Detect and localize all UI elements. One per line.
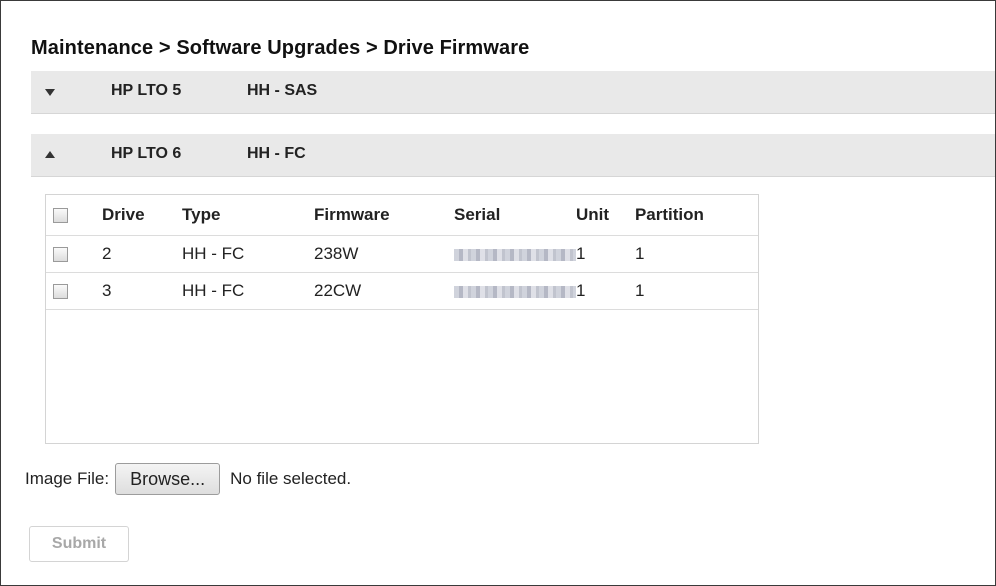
section-kind-label: HH - FC [247,145,306,162]
section-kind-label: HH - SAS [247,82,318,99]
column-header-partition[interactable]: Partition [635,195,758,236]
redacted-serial [454,285,576,298]
row-checkbox[interactable] [53,284,68,300]
collapse-arrow-down-icon[interactable] [45,89,55,96]
image-file-label: Image File: [25,469,110,488]
column-header-firmware[interactable]: Firmware [314,195,454,236]
column-header-type[interactable]: Type [182,195,314,236]
row-select-cell [46,235,102,273]
redacted-serial [454,248,576,261]
column-header-serial[interactable]: Serial [454,195,576,236]
drives-table: Drive Type Firmware Serial Unit Partitio… [46,195,758,310]
section-model-label: HP LTO 6 [111,145,182,162]
firmware-cell: 22CW [314,272,454,310]
section-hp-lto-6[interactable]: HP LTO 6 HH - FC [31,134,995,177]
file-status-text: No file selected. [230,469,352,488]
image-file-row: Image File: Browse... No file selected. [25,463,351,495]
drive-cell: 2 [102,235,182,273]
column-header-unit[interactable]: Unit [576,195,635,236]
partition-cell: 1 [634,272,758,310]
row-select-cell [46,272,102,310]
drives-table-container: Drive Type Firmware Serial Unit Partitio… [45,194,759,444]
section-hp-lto-5[interactable]: HP LTO 5 HH - SAS [31,71,995,114]
window-frame: Maintenance > Software Upgrades > Drive … [0,0,996,586]
table-row[interactable]: 2 HH - FC 238W 1 1 [46,235,758,273]
table-empty-row [46,309,758,310]
breadcrumb-title: Maintenance > Software Upgrades > Drive … [31,37,530,59]
table-header-row: Drive Type Firmware Serial Unit Partitio… [46,195,758,236]
submit-button[interactable]: Submit [29,526,129,562]
drive-cell: 3 [102,272,182,310]
unit-cell: 1 [576,272,635,310]
type-cell: HH - FC [182,272,314,310]
section-model-label: HP LTO 5 [111,82,182,99]
partition-cell: 1 [634,235,758,273]
browse-button[interactable]: Browse... [115,463,221,495]
select-all-cell [46,195,102,236]
row-checkbox[interactable] [53,247,68,263]
firmware-cell: 238W [314,235,454,273]
serial-cell [454,235,576,273]
column-header-drive[interactable]: Drive [102,195,182,236]
table-row[interactable]: 3 HH - FC 22CW 1 1 [46,272,758,310]
serial-cell [454,272,576,310]
type-cell: HH - FC [182,235,314,273]
expand-arrow-up-icon[interactable] [45,151,55,158]
select-all-checkbox[interactable] [53,208,68,224]
unit-cell: 1 [576,235,635,273]
